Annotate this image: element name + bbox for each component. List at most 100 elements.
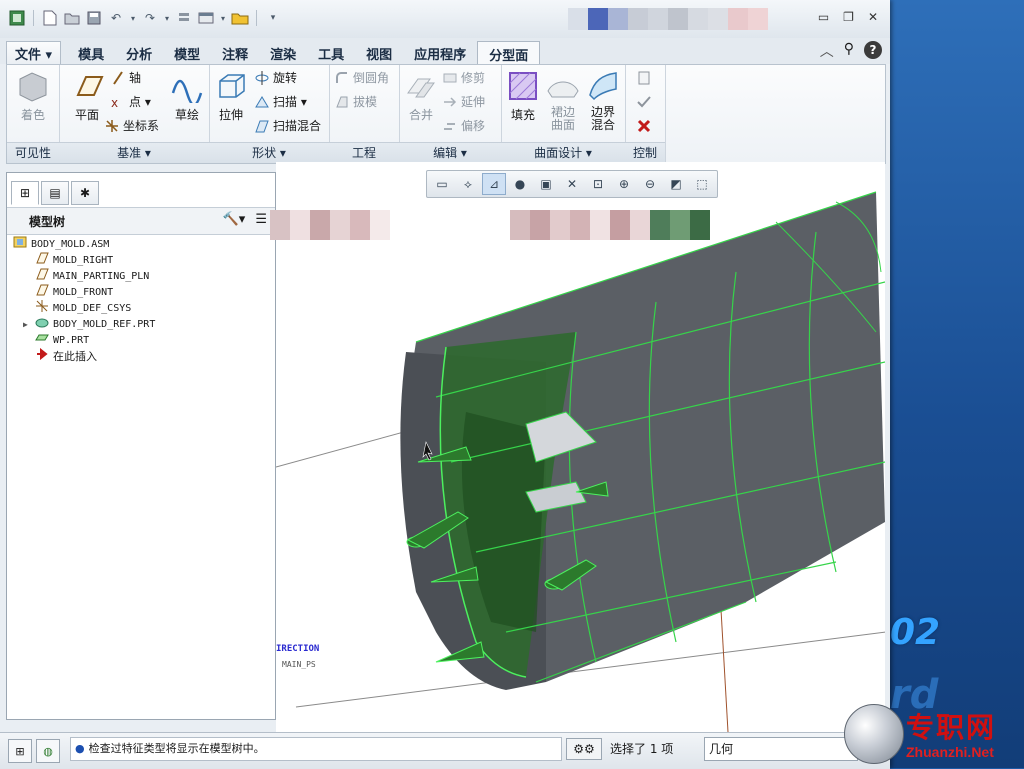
tree-node[interactable]: MOLD_RIGHT	[13, 252, 155, 269]
new-file-icon[interactable]	[41, 9, 59, 27]
message-area: ● 检查过特征类型将显示在模型树中。	[70, 737, 562, 761]
tree-settings-icon[interactable]: 🔨▾	[223, 212, 246, 227]
zoom-out-icon[interactable]: ⊖	[638, 173, 662, 195]
save-icon[interactable]	[85, 9, 103, 27]
browser-toggle-icon[interactable]: ◍	[36, 739, 60, 763]
merge-button[interactable]: 合并	[399, 69, 443, 123]
navigator-toggle-icon[interactable]: ⊞	[8, 739, 32, 763]
collapse-ribbon-icon[interactable]: ︿	[820, 41, 834, 61]
saved-views-icon[interactable]: ▭	[430, 173, 454, 195]
expand-icon[interactable]: ▶	[23, 317, 31, 333]
perspective-icon[interactable]: ▣	[534, 173, 558, 195]
watermark-logo-icon	[844, 704, 904, 764]
tree-node[interactable]: BODY_MOLD.ASM	[13, 236, 155, 253]
graphics-area[interactable]: ▭ ⟡ ⊿ ● ▣ ✕ ⊡ ⊕ ⊖ ◩ ⬚ IRECTION MAIN_PS	[276, 162, 885, 732]
group-label-surface-design[interactable]: 曲面设计 ▾	[501, 142, 625, 163]
minimize-icon[interactable]: ▭	[818, 10, 829, 24]
repaint-icon[interactable]: ◩	[664, 173, 688, 195]
regenerate-icon[interactable]	[175, 9, 193, 27]
open-file-icon[interactable]	[63, 9, 81, 27]
spin-center-icon[interactable]: ✕	[560, 173, 584, 195]
tree-node-label: BODY_MOLD.ASM	[31, 239, 110, 250]
zoom-in-icon[interactable]: ⊕	[612, 173, 636, 195]
tree-node[interactable]: MAIN_PARTING_PLN	[13, 268, 155, 285]
tree-node[interactable]: 在此插入	[13, 348, 155, 365]
swept-blend-button[interactable]: 扫描混合	[255, 115, 321, 137]
sweep-button[interactable]: 扫描 ▾	[255, 91, 307, 113]
redo-icon[interactable]: ↷	[141, 9, 159, 27]
undo-icon[interactable]: ↶	[107, 9, 125, 27]
trim-button[interactable]: 修剪	[443, 67, 485, 89]
extend-button[interactable]: 延伸	[443, 91, 485, 113]
revolve-icon	[255, 71, 269, 85]
maximize-icon[interactable]: ❐	[843, 10, 854, 24]
checkmark-icon	[637, 96, 651, 108]
close-icon[interactable]: ✕	[868, 10, 878, 24]
boundary-blend-button[interactable]: 边界混合	[581, 69, 625, 132]
help-icon[interactable]: ?	[864, 41, 882, 59]
quick-access-toolbar: ↶ ▾ ↷ ▾ ▾ ▾	[8, 9, 282, 27]
tree-columns-icon[interactable]: ☰	[255, 212, 267, 227]
find-icon[interactable]: ⚙⚙	[566, 738, 602, 760]
csys-button[interactable]: 坐标系	[105, 115, 159, 137]
draft-button[interactable]: 拔模	[335, 91, 377, 113]
app-icon[interactable]	[8, 9, 26, 27]
plane-button[interactable]: 平面	[65, 69, 109, 123]
model-tree-tab-icon[interactable]: ⊞	[11, 181, 39, 205]
sweep-icon	[255, 96, 269, 108]
shade-button[interactable]: 着色	[11, 69, 55, 123]
datum-display-icon[interactable]: ⟡	[456, 173, 480, 195]
blurred-overlay	[270, 210, 710, 240]
point-button[interactable]: x点 ▾	[111, 91, 151, 113]
tree-node-label: WP.PRT	[53, 335, 90, 346]
display-style-icon[interactable]: ●	[508, 173, 532, 195]
model-tree-header: 模型树 🔨▾ ☰	[7, 207, 275, 235]
tree-node[interactable]: MOLD_FRONT	[13, 284, 155, 301]
customize-qat-icon[interactable]: ▾	[264, 9, 282, 27]
group-label-shapes[interactable]: 形状 ▾	[209, 142, 329, 163]
group-label-editing[interactable]: 编辑 ▾	[399, 142, 501, 163]
extrude-icon	[219, 74, 245, 98]
search-icon[interactable]: ⚲	[844, 41, 854, 61]
windows-icon[interactable]	[197, 9, 215, 27]
sketch-button[interactable]: 草绘	[165, 69, 209, 123]
navigator-tabs: ⊞ ▤ ✱	[11, 181, 99, 205]
annotation-display-icon[interactable]: ⬚	[690, 173, 714, 195]
fill-button[interactable]: 填充	[501, 69, 545, 123]
watermark: 专职网 Zhuanzhi.Net	[842, 700, 1024, 768]
watermark-en: Zhuanzhi.Net	[906, 744, 994, 760]
ok-button[interactable]	[637, 91, 651, 113]
navigator-panel: ⊞ ▤ ✱ 模型树 🔨▾ ☰ BODY_MOLD.ASM MOLD_RIGHT MA…	[6, 172, 276, 720]
favorites-tab-icon[interactable]: ✱	[71, 181, 99, 205]
group-label-engineering: 工程	[329, 142, 399, 163]
redo-dropdown-icon[interactable]: ▾	[163, 9, 171, 27]
undo-dropdown-icon[interactable]: ▾	[129, 9, 137, 27]
group-label-control: 控制	[625, 142, 665, 163]
windows-dropdown-icon[interactable]: ▾	[219, 9, 227, 27]
ribbon-right-controls: ︿ ⚲ ?	[820, 41, 882, 61]
tree-node[interactable]: MOLD_DEF_CSYS	[13, 300, 155, 317]
group-label-datum[interactable]: 基准 ▾	[59, 142, 209, 163]
skirt-surface-button[interactable]: 裙边曲面	[541, 69, 585, 132]
properties-button[interactable]	[637, 67, 651, 89]
offset-icon	[444, 123, 455, 130]
cancel-button[interactable]	[637, 115, 651, 137]
axis-button[interactable]: 轴	[111, 67, 141, 89]
tree-node[interactable]: WP.PRT	[13, 333, 155, 349]
round-button[interactable]: 倒圆角	[335, 67, 389, 89]
extrude-button[interactable]: 拉伸	[209, 69, 253, 123]
offset-button[interactable]: 偏移	[443, 115, 485, 137]
skirt-surface-icon	[547, 81, 579, 98]
refit-icon[interactable]: ⊡	[586, 173, 610, 195]
revolve-button[interactable]: 旋转	[255, 67, 297, 89]
tree-node-label: 在此插入	[53, 350, 97, 363]
tree-node[interactable]: ▶ BODY_MOLD_REF.PRT	[13, 317, 155, 333]
group-control: 控制	[625, 65, 666, 163]
datum-planes-toggle-icon[interactable]: ⊿	[482, 173, 506, 195]
status-bar: ⊞ ◍ ● 检查过特征类型将显示在模型树中。 ⚙⚙ 选择了 1 项 几何	[0, 732, 890, 769]
selection-filter[interactable]: 几何	[704, 737, 858, 761]
tree-node-label: MOLD_DEF_CSYS	[53, 303, 132, 314]
folder-browser-tab-icon[interactable]: ▤	[41, 181, 69, 205]
open-folder-icon[interactable]	[231, 9, 249, 27]
group-label-visibility: 可见性	[7, 142, 59, 163]
